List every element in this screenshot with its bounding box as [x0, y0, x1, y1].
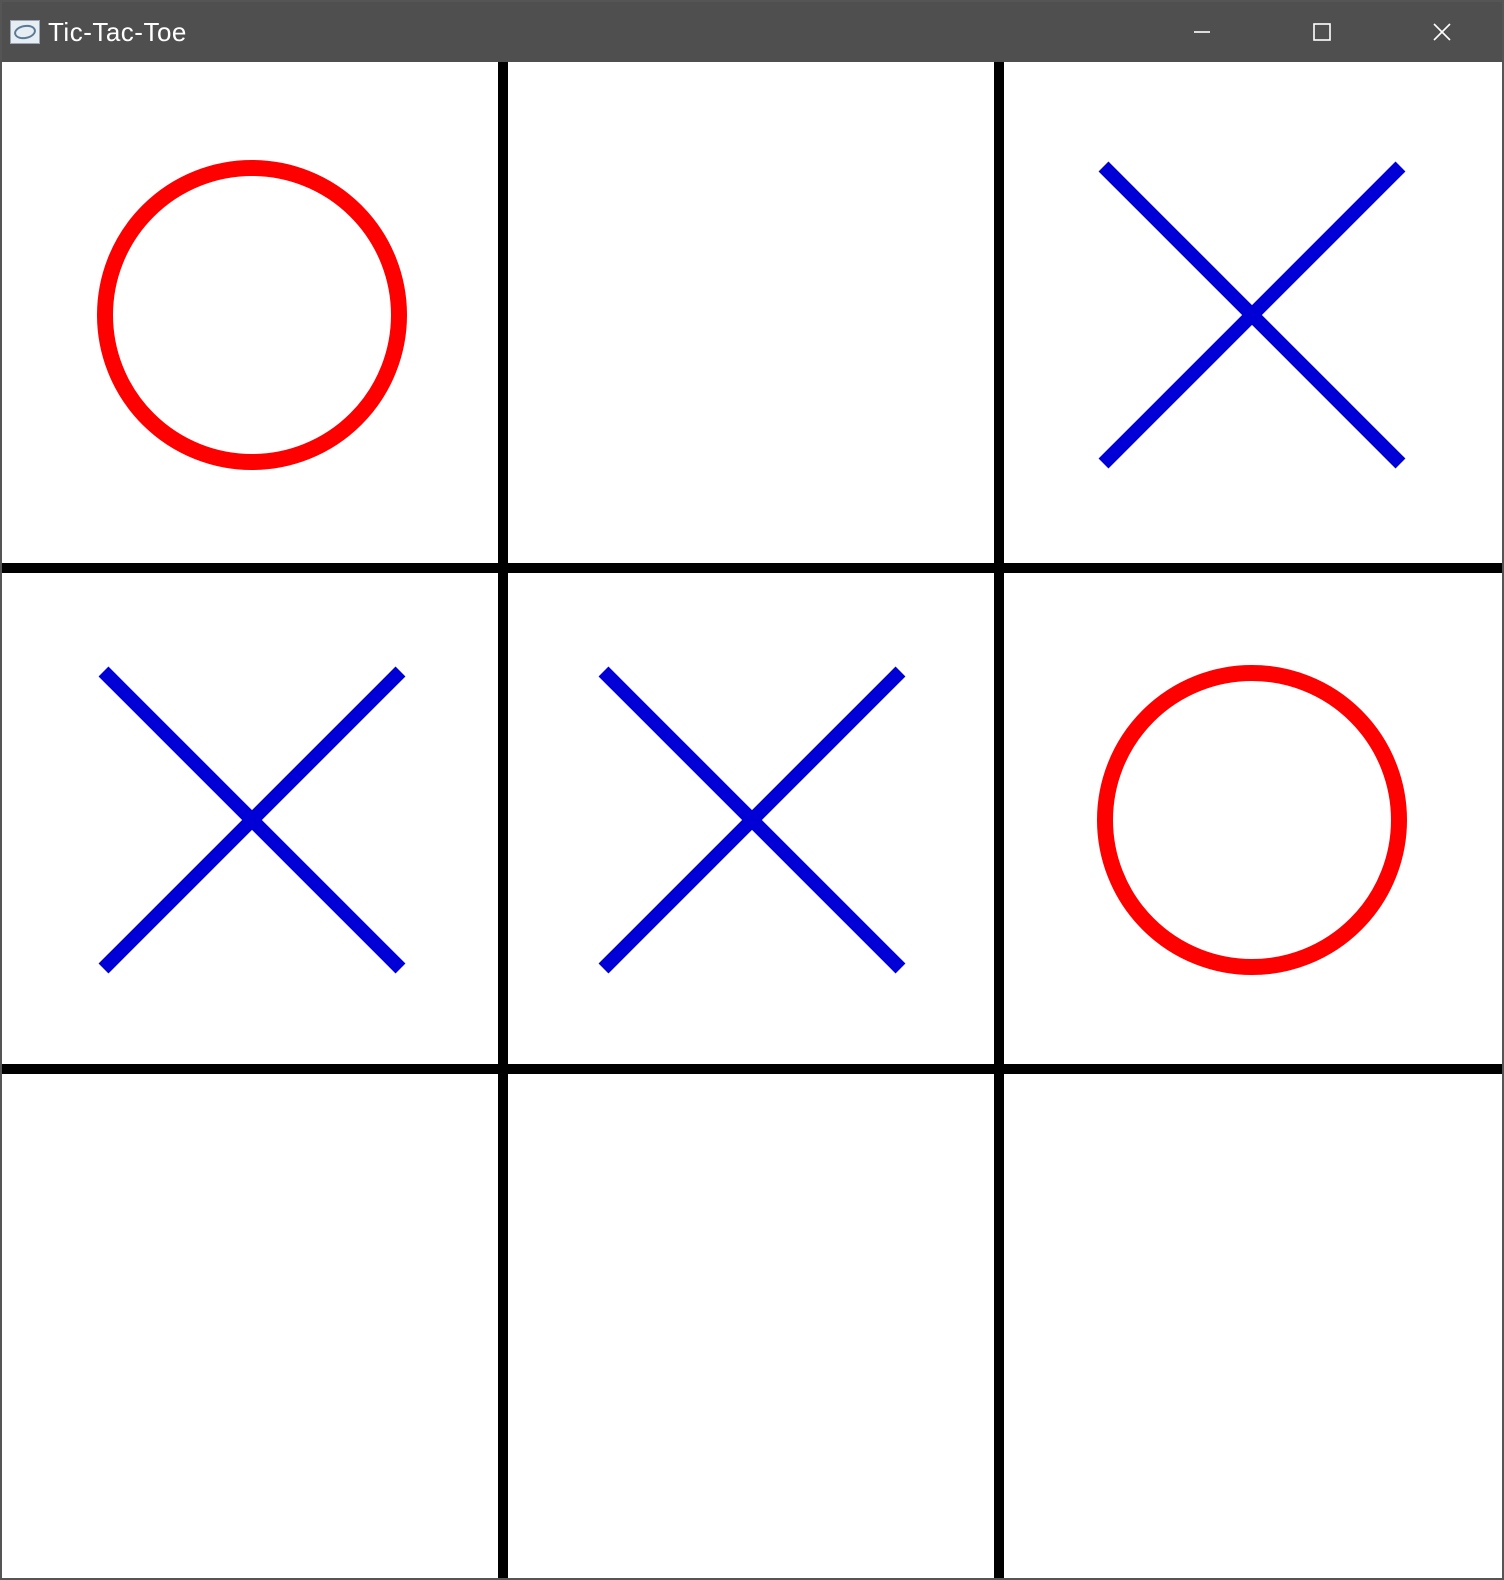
cell-0-1[interactable] [502, 62, 1002, 567]
mark-x [597, 665, 907, 975]
minimize-icon [1190, 20, 1214, 44]
mark-o [1097, 665, 1407, 975]
close-icon [1430, 20, 1454, 44]
app-icon [10, 20, 40, 44]
game-area [2, 62, 1502, 1578]
titlebar[interactable]: Tic-Tac-Toe [2, 2, 1502, 62]
mark-o [97, 160, 407, 470]
cell-2-1[interactable] [502, 1073, 1002, 1578]
board-cells [2, 62, 1502, 1578]
game-board [2, 62, 1502, 1578]
maximize-button[interactable] [1262, 2, 1382, 62]
cell-2-0[interactable] [2, 1073, 502, 1578]
cell-0-2[interactable] [1002, 62, 1502, 567]
minimize-button[interactable] [1142, 2, 1262, 62]
cell-1-2[interactable] [1002, 567, 1502, 1072]
cell-1-1[interactable] [502, 567, 1002, 1072]
window-title: Tic-Tac-Toe [48, 17, 187, 48]
mark-x [1097, 160, 1407, 470]
window-controls [1142, 2, 1502, 62]
app-window: Tic-Tac-Toe [0, 0, 1504, 1580]
mark-x [97, 665, 407, 975]
titlebar-left: Tic-Tac-Toe [10, 17, 187, 48]
close-button[interactable] [1382, 2, 1502, 62]
cell-1-0[interactable] [2, 567, 502, 1072]
cell-0-0[interactable] [2, 62, 502, 567]
cell-2-2[interactable] [1002, 1073, 1502, 1578]
maximize-icon [1311, 21, 1333, 43]
